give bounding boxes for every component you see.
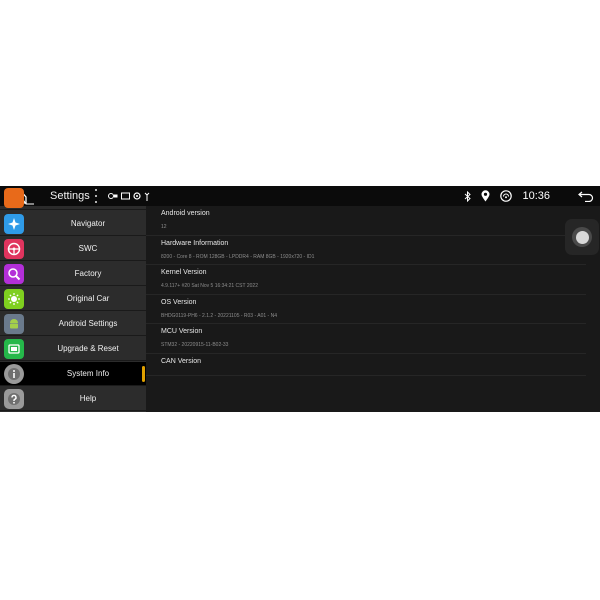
status-right-group: 10:36 — [464, 186, 594, 206]
head-unit-screen: Settings 10:36 Navigator SWC Factory Ori… — [0, 186, 600, 412]
system-info-panel: Android version 12 Hardware Information … — [146, 206, 600, 412]
floating-button-ring — [572, 227, 592, 247]
settings-sidebar: Navigator SWC Factory Original Car Andro — [0, 188, 146, 412]
sidebar-item-system-info[interactable]: System Info — [0, 362, 146, 386]
info-row-os: OS Version BHDG0119-PH6 - 2.1.2 - 202211… — [146, 295, 586, 324]
back-icon[interactable] — [578, 190, 594, 202]
sidebar-item-help[interactable]: Help — [0, 387, 146, 411]
upgrade-icon — [4, 339, 24, 359]
active-indicator — [142, 366, 145, 382]
info-row-kernel: Kernel Version 4.9.117+ #20 Sat Nov 5 16… — [146, 265, 586, 295]
android-icon — [4, 314, 24, 334]
floating-assistive-button[interactable] — [565, 219, 599, 255]
steering-wheel-icon — [4, 239, 24, 259]
sidebar-item-partial[interactable] — [0, 186, 146, 210]
wireless-icon — [500, 190, 513, 202]
floating-button-dot — [575, 230, 589, 244]
bluetooth-icon — [465, 190, 472, 202]
info-row-can: CAN Version — [146, 354, 586, 376]
navigator-icon — [4, 214, 24, 234]
sidebar-item-upgrade-reset[interactable]: Upgrade & Reset — [0, 337, 146, 361]
info-icon — [4, 364, 24, 384]
sidebar-item-swc[interactable]: SWC — [0, 237, 146, 261]
partial-icon — [4, 188, 24, 208]
info-row-mcu: MCU Version STM32 - 20220915-11-B02-33 — [146, 324, 586, 354]
clock: 10:36 — [522, 190, 550, 202]
sidebar-item-navigator[interactable]: Navigator — [0, 212, 146, 236]
sidebar-item-original-car[interactable]: Original Car — [0, 287, 146, 311]
info-row-hardware: Hardware Information 8200 - Core 8 - ROM… — [146, 236, 586, 265]
info-row-android-version: Android version 12 — [146, 206, 586, 236]
sidebar-item-factory[interactable]: Factory — [0, 262, 146, 286]
location-icon — [481, 190, 490, 202]
sidebar-item-android-settings[interactable]: Android Settings — [0, 312, 146, 336]
help-icon — [4, 389, 24, 409]
original-car-icon — [4, 289, 24, 309]
factory-icon — [4, 264, 24, 284]
